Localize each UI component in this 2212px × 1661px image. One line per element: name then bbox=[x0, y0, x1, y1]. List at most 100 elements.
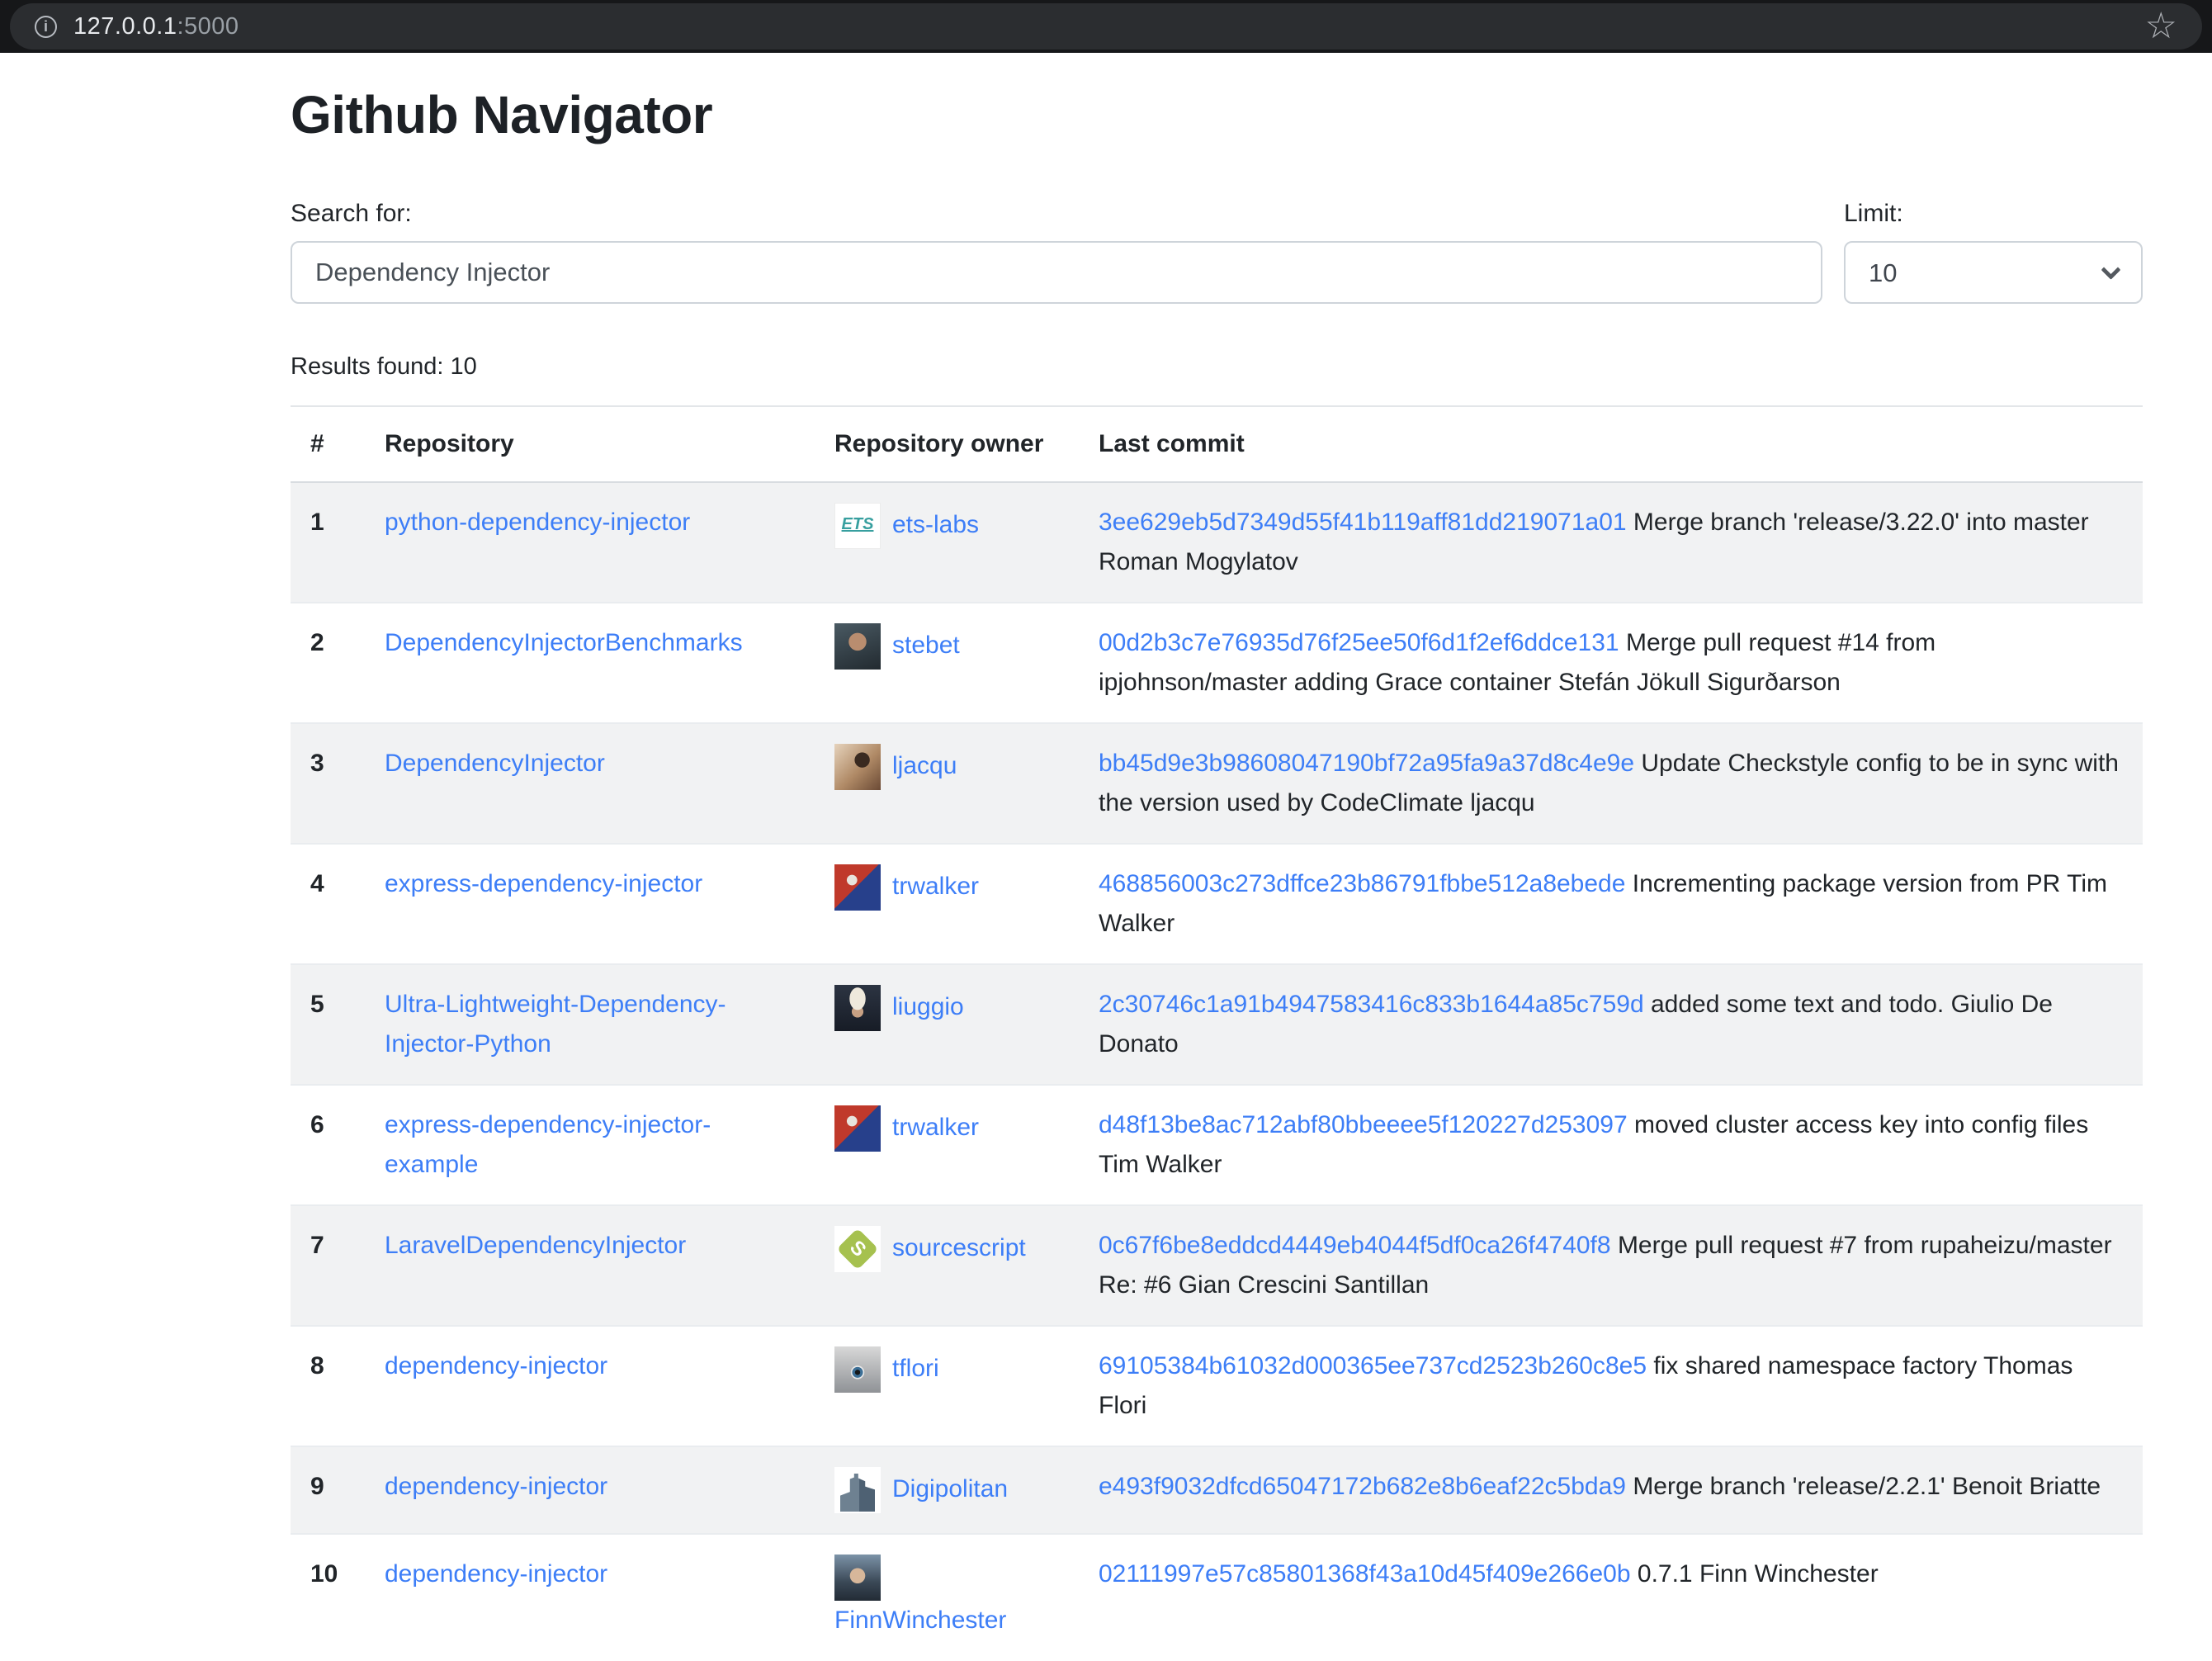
address-bar[interactable]: i 127.0.0.1:5000 ☆ bbox=[10, 3, 2202, 50]
row-number: 9 bbox=[291, 1446, 365, 1534]
search-input[interactable] bbox=[291, 241, 1822, 304]
table-row: 1 python-dependency-injector ETS ets-labs… bbox=[291, 482, 2143, 603]
commit-hash-link[interactable]: 02111997e57c85801368f43a10d45f409e266e0b bbox=[1099, 1560, 1631, 1588]
row-number: 6 bbox=[291, 1085, 365, 1205]
commit-hash-link[interactable]: 2c30746c1a91b4947583416c833b1644a85c759d bbox=[1099, 991, 1644, 1018]
owner-cell: Digipolitan bbox=[815, 1446, 1079, 1534]
limit-select-wrap: 10 bbox=[1844, 241, 2143, 304]
sourcescript-avatar: S bbox=[834, 1226, 881, 1272]
commit-hash-link[interactable]: e493f9032dfcd65047172b682e8b6eaf22c5bda9 bbox=[1099, 1473, 1626, 1500]
owner-link[interactable]: liuggio bbox=[892, 993, 964, 1020]
repo-link[interactable]: Ultra-Lightweight-Dependency-Injector-Py… bbox=[385, 991, 726, 1058]
trwalker-avatar bbox=[834, 864, 881, 911]
repo-link[interactable]: python-dependency-injector bbox=[385, 509, 690, 536]
owner-avatar-glyph: ETS bbox=[835, 504, 880, 545]
commit-hash-link[interactable]: 3ee629eb5d7349d55f41b119aff81dd219071a01 bbox=[1099, 509, 1627, 536]
table-row: 5 Ultra-Lightweight-Dependency-Injector-… bbox=[291, 964, 2143, 1085]
commit-hash-link[interactable]: 0c67f6be8eddcd4449eb4044f5df0ca26f4740f8 bbox=[1099, 1232, 1611, 1259]
commit-cell: d48f13be8ac712abf80bbeeee5f120227d253097… bbox=[1079, 1085, 2143, 1205]
owner-link[interactable]: trwalker bbox=[892, 1114, 979, 1141]
browser-topbar: i 127.0.0.1:5000 ☆ bbox=[0, 0, 2212, 53]
header-number: # bbox=[291, 407, 365, 482]
repo-link[interactable]: dependency-injector bbox=[385, 1352, 607, 1379]
repo-link[interactable]: express-dependency-injector bbox=[385, 870, 702, 897]
row-number: 5 bbox=[291, 964, 365, 1085]
repo-cell: LaravelDependencyInjector bbox=[365, 1205, 815, 1326]
owner-cell: ETS ets-labs bbox=[815, 482, 1079, 603]
commit-cell: 69105384b61032d000365ee737cd2523b260c8e5… bbox=[1079, 1326, 2143, 1446]
url-host: 127.0.0.1 bbox=[73, 13, 177, 40]
results-table-body: 1 python-dependency-injector ETS ets-labs… bbox=[291, 482, 2143, 1660]
row-number: 10 bbox=[291, 1534, 365, 1660]
results-table: # Repository Repository owner Last commi… bbox=[291, 407, 2143, 1660]
owner-link[interactable]: Digipolitan bbox=[892, 1475, 1008, 1502]
commit-cell: e493f9032dfcd65047172b682e8b6eaf22c5bda9… bbox=[1079, 1446, 2143, 1534]
commit-hash-link[interactable]: 69105384b61032d000365ee737cd2523b260c8e5 bbox=[1099, 1352, 1647, 1379]
repo-link[interactable]: DependencyInjector bbox=[385, 750, 605, 777]
table-row: 3 DependencyInjector ljacqu bb45d9e3b986… bbox=[291, 723, 2143, 844]
repo-cell: DependencyInjectorBenchmarks bbox=[365, 603, 815, 723]
repo-link[interactable]: express-dependency-injector-example bbox=[385, 1111, 711, 1178]
owner-link[interactable]: FinnWinchester bbox=[834, 1607, 1006, 1634]
table-row: 8 dependency-injector tflori 69105384b61… bbox=[291, 1326, 2143, 1446]
header-commit: Last commit bbox=[1079, 407, 2143, 482]
owner-link[interactable]: sourcescript bbox=[892, 1234, 1026, 1261]
owner-cell: trwalker bbox=[815, 1085, 1079, 1205]
bookmark-star-icon[interactable]: ☆ bbox=[2145, 8, 2177, 45]
owner-link[interactable]: stebet bbox=[892, 632, 960, 659]
repo-cell: dependency-injector bbox=[365, 1446, 815, 1534]
row-number: 8 bbox=[291, 1326, 365, 1446]
table-row: 2 DependencyInjectorBenchmarks stebet 00… bbox=[291, 603, 2143, 723]
repo-cell: DependencyInjector bbox=[365, 723, 815, 844]
site-info-icon[interactable]: i bbox=[35, 16, 57, 38]
owner-link[interactable]: ljacqu bbox=[892, 752, 957, 779]
row-number: 3 bbox=[291, 723, 365, 844]
repo-cell: dependency-injector bbox=[365, 1326, 815, 1446]
row-number: 2 bbox=[291, 603, 365, 723]
owner-cell: trwalker bbox=[815, 844, 1079, 964]
repo-link[interactable]: DependencyInjectorBenchmarks bbox=[385, 629, 743, 656]
repo-cell: express-dependency-injector-example bbox=[365, 1085, 815, 1205]
table-row: 6 express-dependency-injector-example tr… bbox=[291, 1085, 2143, 1205]
row-number: 1 bbox=[291, 482, 365, 603]
repo-cell: dependency-injector bbox=[365, 1534, 815, 1660]
commit-cell: 3ee629eb5d7349d55f41b119aff81dd219071a01… bbox=[1079, 482, 2143, 603]
table-row: 7 LaravelDependencyInjector Ssourcescrip… bbox=[291, 1205, 2143, 1326]
finnwinchester-avatar bbox=[834, 1555, 881, 1601]
owner-avatar-glyph bbox=[840, 1474, 875, 1512]
url-port: :5000 bbox=[177, 13, 239, 40]
commit-hash-link[interactable]: 00d2b3c7e76935d76f25ee50f6d1f2ef6ddce131 bbox=[1099, 629, 1619, 656]
commit-hash-link[interactable]: bb45d9e3b98608047190bf72a95fa9a37d8c4e9e bbox=[1099, 750, 1634, 777]
owner-cell: liuggio bbox=[815, 964, 1079, 1085]
repo-link[interactable]: dependency-injector bbox=[385, 1473, 607, 1500]
owner-link[interactable]: ets-labs bbox=[892, 511, 979, 538]
commit-cell: 2c30746c1a91b4947583416c833b1644a85c759d… bbox=[1079, 964, 2143, 1085]
owner-link[interactable]: tflori bbox=[892, 1355, 939, 1382]
search-controls: Search for: Limit: 10 bbox=[291, 200, 2143, 304]
search-column: Search for: bbox=[291, 200, 1822, 304]
repo-cell: python-dependency-injector bbox=[365, 482, 815, 603]
trwalker-avatar bbox=[834, 1105, 881, 1152]
page-title: Github Navigator bbox=[291, 84, 2146, 145]
repo-link[interactable]: LaravelDependencyInjector bbox=[385, 1232, 686, 1259]
owner-link[interactable]: trwalker bbox=[892, 873, 979, 900]
limit-select[interactable]: 10 bbox=[1844, 241, 2143, 304]
owner-cell: Ssourcescript bbox=[815, 1205, 1079, 1326]
limit-label: Limit: bbox=[1844, 200, 2143, 228]
commit-cell: 02111997e57c85801368f43a10d45f409e266e0b… bbox=[1079, 1534, 2143, 1660]
ljacqu-avatar bbox=[834, 744, 881, 790]
owner-cell: stebet bbox=[815, 603, 1079, 723]
commit-message: 0.7.1 Finn Winchester bbox=[1638, 1560, 1879, 1588]
owner-cell: ljacqu bbox=[815, 723, 1079, 844]
table-row: 4 express-dependency-injector trwalker 4… bbox=[291, 844, 2143, 964]
commit-cell: 468856003c273dffce23b86791fbbe512a8ebede… bbox=[1079, 844, 2143, 964]
commit-cell: bb45d9e3b98608047190bf72a95fa9a37d8c4e9e… bbox=[1079, 723, 2143, 844]
repo-link[interactable]: dependency-injector bbox=[385, 1560, 607, 1588]
commit-hash-link[interactable]: d48f13be8ac712abf80bbeeee5f120227d253097 bbox=[1099, 1111, 1628, 1138]
commit-hash-link[interactable]: 468856003c273dffce23b86791fbbe512a8ebede bbox=[1099, 870, 1625, 897]
owner-cell: FinnWinchester bbox=[815, 1534, 1079, 1660]
stebet-avatar bbox=[834, 623, 881, 670]
owner-avatar-glyph: S bbox=[837, 1228, 879, 1271]
url-text: 127.0.0.1:5000 bbox=[73, 13, 239, 40]
repo-cell: Ultra-Lightweight-Dependency-Injector-Py… bbox=[365, 964, 815, 1085]
